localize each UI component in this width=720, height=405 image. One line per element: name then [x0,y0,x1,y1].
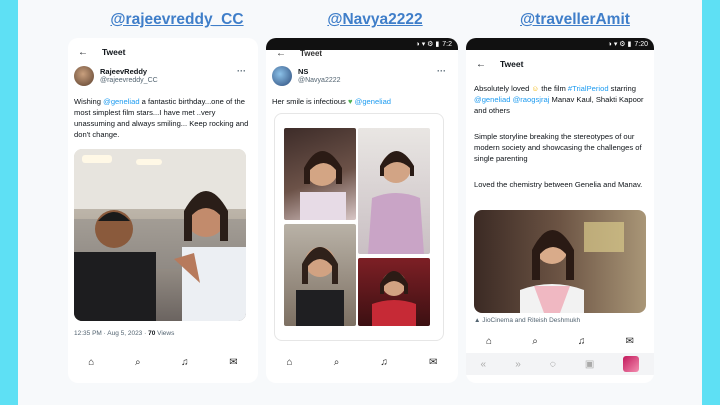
tweet-header-title: Tweet [300,48,323,58]
author-name: NS [298,67,309,76]
notifications-bell-icon[interactable]: ♫ [181,357,189,368]
status-icons: ◑ ▾ ⚙ ▮ [607,41,632,48]
avatar[interactable] [74,66,94,86]
avatar[interactable] [272,66,292,86]
tweet-text-part: starring [608,84,636,93]
photo-grid-card [274,113,444,341]
rewind-icon[interactable]: « [481,359,487,370]
photo-illustration [74,149,246,321]
messages-mail-icon[interactable]: ✉ [626,336,634,347]
notifications-bell-icon[interactable]: ♫ [380,357,388,368]
photo-illustration [520,222,624,313]
green-heart-icon: ♥ [347,97,353,106]
tweet-timestamp: 12:35 PM · Aug 5, 2023 · [74,330,149,337]
handle-caption[interactable]: @travellerAmit [466,11,684,29]
tweet-screen: ← Tweet RajeevReddy @rajeevreddy_CC ··· … [68,38,258,383]
status-time: 7:20 [634,40,648,48]
tweet-text-part: Wishing [74,97,104,106]
search-icon[interactable]: ⌕ [334,357,340,368]
more-options-icon[interactable]: ··· [437,66,446,76]
tweet-text: Her smile is infectious ♥ @geneliad [272,96,452,107]
mention-link[interactable]: @geneliad [355,97,391,106]
tweet-header-title: Tweet [102,47,126,57]
search-icon[interactable]: ⌕ [135,357,141,368]
tweet-screen: ◑ ▾ ⚙ ▮ 7:2 ← Tweet NS @Navya2222 ··· He… [266,38,458,383]
tweet-text-part: the film [539,84,568,93]
status-bar: ◑ ▾ ⚙ ▮ 7:20 [466,38,654,50]
bottom-nav: ⌂ ⌕ ♫ ✉ [266,352,458,372]
bottom-nav: ⌂ ⌕ ♫ ✉ [466,331,654,351]
messages-mail-icon[interactable]: ✉ [429,357,437,368]
tweet-photo[interactable] [474,210,646,313]
grid-photo-2[interactable] [358,128,430,254]
author-handle: @rajeevreddy_CC [100,77,158,84]
photo-caption: ▲ JioCinema and Riteish Deshmukh [474,317,580,324]
tab-thumbnail-icon[interactable] [623,356,640,372]
notifications-bell-icon[interactable]: ♫ [578,336,586,347]
tweet-header: ← Tweet [68,41,258,63]
back-arrow-icon[interactable]: ← [476,59,486,70]
tweet-header: ← Tweet [266,42,458,64]
column-rajeev: @rajeevreddy_CC ← Tweet RajeevReddy @raj… [68,0,286,405]
bottom-nav: ⌂ ⌕ ♫ ✉ [68,352,258,372]
back-arrow-icon[interactable]: ← [276,48,286,59]
home-icon[interactable]: ⌂ [88,357,94,368]
author-name: RajeevReddy [100,67,148,76]
column-amit: @travellerAmit ◑ ▾ ⚙ ▮ 7:20 ← Tweet Abso… [466,0,684,405]
handle-caption[interactable]: @Navya2222 [266,11,484,29]
gift-icon[interactable]: ▣ [585,359,594,370]
browser-toolbar: « » ◌ ▣ [466,353,654,375]
photo-illustration [296,247,344,326]
more-options-icon[interactable]: ··· [237,66,246,76]
search-icon[interactable]: ⌕ [532,336,538,347]
handle-caption[interactable]: @rajeevreddy_CC [68,11,286,29]
tweet-text-paragraph-3: Loved the chemistry between Genelia and … [474,180,643,189]
photo-illustration [372,271,416,326]
views-label: Views [155,330,175,337]
grid-photo-4[interactable] [358,258,430,326]
loading-spinner-icon: ◌ [549,358,556,370]
collage: @rajeevreddy_CC ← Tweet RajeevReddy @raj… [18,0,702,405]
tweet-header-title: Tweet [500,59,524,69]
person-icon: ▲ [474,317,481,324]
tweet-header: ← Tweet [466,53,654,75]
back-arrow-icon[interactable]: ← [78,47,88,58]
tweet-text: Absolutely loved ☺ the film #TrialPeriod… [474,83,650,116]
grid-photo-3[interactable] [284,224,356,326]
tweet-text: Wishing @geneliad a fantastic birthday..… [74,96,252,140]
tweet-text-paragraph-2: Simple storyline breaking the stereotype… [474,132,642,163]
photo-illustration [300,151,346,220]
hashtag-link[interactable]: #TrialPeriod [568,84,609,93]
tweet-text-part: Her smile is infectious [272,97,348,106]
photo-illustration [368,151,424,254]
author-handle: @Navya2222 [298,77,341,84]
tweet-author[interactable]: NS @Navya2222 [272,66,341,86]
tweet-text-part: Absolutely loved [474,84,532,93]
mention-link[interactable]: @geneliad [103,97,139,106]
home-icon[interactable]: ⌂ [287,357,293,368]
tweet-meta: 12:35 PM · Aug 5, 2023 · 70 Views [74,330,174,337]
messages-mail-icon[interactable]: ✉ [229,357,237,368]
forward-icon[interactable]: » [515,359,521,370]
grid-photo-1[interactable] [284,128,356,220]
photo-caption-text: JioCinema and Riteish Deshmukh [482,317,581,324]
tweet-screen: ◑ ▾ ⚙ ▮ 7:20 ← Tweet Absolutely loved ☺ … [466,38,654,383]
mention-link[interactable]: @geneliad [474,95,510,104]
tweet-author[interactable]: RajeevReddy @rajeevreddy_CC [74,66,158,86]
mention-link[interactable]: @raogsjraj [513,95,550,104]
home-icon[interactable]: ⌂ [486,336,492,347]
tweet-photo[interactable] [74,149,246,321]
column-navya: @Navya2222 ◑ ▾ ⚙ ▮ 7:2 ← Tweet NS @Navya… [266,0,484,405]
